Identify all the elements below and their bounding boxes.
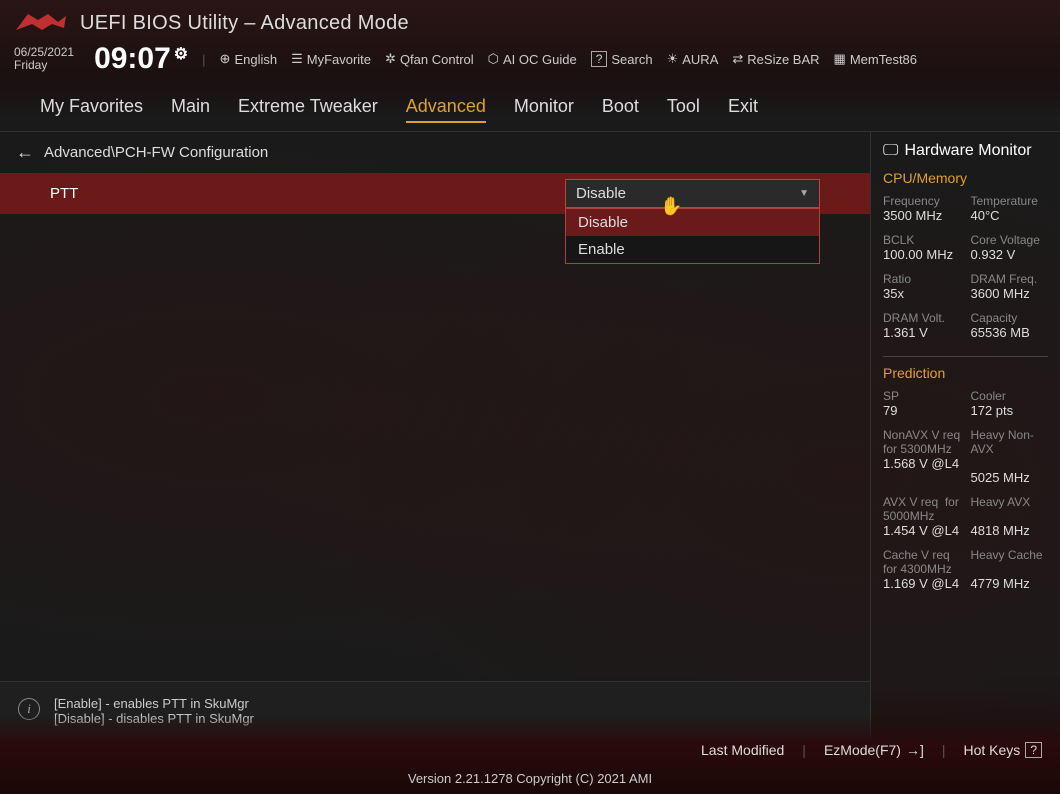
tab-tool[interactable]: Tool bbox=[667, 92, 700, 123]
monitor-icon: 🖵 bbox=[883, 142, 898, 160]
main-tabs: My Favorites Main Extreme Tweaker Advanc… bbox=[0, 84, 1060, 132]
chevron-down-icon: ▼ bbox=[799, 188, 809, 199]
tab-extreme-tweaker[interactable]: Extreme Tweaker bbox=[238, 92, 378, 123]
setting-row-ptt: PTT Disable ▼ Disable Enable bbox=[0, 173, 870, 214]
language-button[interactable]: ⊕English bbox=[220, 51, 278, 67]
rog-logo-icon bbox=[14, 10, 68, 36]
time-display: 09:07⚙ bbox=[94, 42, 188, 76]
dropdown-option-enable[interactable]: Enable bbox=[566, 236, 819, 263]
tab-boot[interactable]: Boot bbox=[602, 92, 639, 123]
hardware-monitor-panel: 🖵Hardware Monitor CPU/Memory Frequency35… bbox=[870, 132, 1060, 740]
version-text: Version 2.21.1278 Copyright (C) 2021 AMI bbox=[408, 771, 652, 786]
date-block: 06/25/2021 Friday bbox=[14, 46, 74, 72]
last-modified-button[interactable]: Last Modified bbox=[701, 742, 784, 758]
section-title: Prediction bbox=[883, 365, 1048, 381]
tab-advanced[interactable]: Advanced bbox=[406, 92, 486, 123]
tab-exit[interactable]: Exit bbox=[728, 92, 758, 123]
setting-label: PTT bbox=[50, 185, 565, 202]
help-icon: ? bbox=[1025, 742, 1042, 758]
exit-icon: →] bbox=[906, 742, 924, 758]
settings-gear-icon[interactable]: ⚙ bbox=[174, 44, 188, 64]
qfan-button[interactable]: ✲Qfan Control bbox=[385, 51, 474, 67]
aioc-button[interactable]: ⬡AI OC Guide bbox=[488, 51, 577, 67]
section-title: CPU/Memory bbox=[883, 170, 1048, 186]
breadcrumb-path: Advanced\PCH-FW Configuration bbox=[44, 144, 268, 161]
dropdown-option-disable[interactable]: Disable bbox=[566, 209, 819, 236]
ezmode-button[interactable]: EzMode(F7)→] bbox=[824, 742, 924, 758]
ptt-dropdown[interactable]: Disable ▼ bbox=[565, 179, 820, 208]
memtest-button[interactable]: ▦MemTest86 bbox=[834, 51, 918, 67]
tab-monitor[interactable]: Monitor bbox=[514, 92, 574, 123]
ptt-dropdown-list: Disable Enable bbox=[565, 208, 820, 264]
hotkeys-button[interactable]: Hot Keys? bbox=[964, 742, 1043, 758]
hw-title: Hardware Monitor bbox=[904, 142, 1031, 160]
resizebar-button[interactable]: ⇄ReSize BAR bbox=[732, 51, 819, 67]
myfavorite-button[interactable]: ☰MyFavorite bbox=[291, 51, 371, 67]
tab-myfavorites[interactable]: My Favorites bbox=[40, 92, 143, 123]
aura-button[interactable]: ☀AURA bbox=[667, 51, 719, 67]
app-title: UEFI BIOS Utility – Advanced Mode bbox=[80, 12, 409, 35]
back-arrow-icon[interactable]: ← bbox=[16, 142, 34, 163]
breadcrumb: ← Advanced\PCH-FW Configuration bbox=[0, 132, 870, 173]
search-button[interactable]: ?Search bbox=[591, 51, 653, 67]
tab-main[interactable]: Main bbox=[171, 92, 210, 123]
help-line: [Enable] - enables PTT in SkuMgr bbox=[54, 696, 254, 711]
